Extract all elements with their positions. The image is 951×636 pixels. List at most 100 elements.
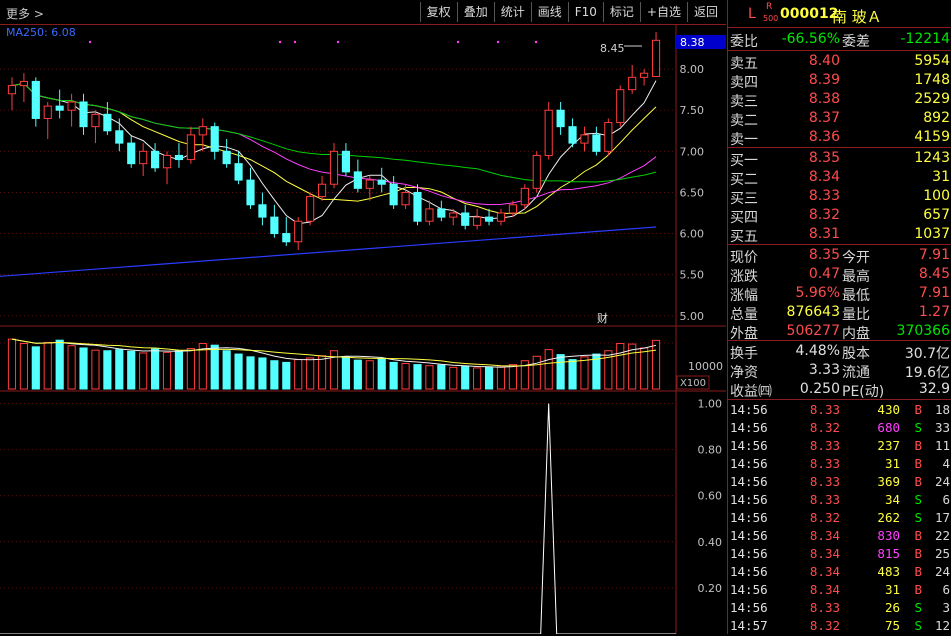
- volume-bar[interactable]: [139, 352, 148, 390]
- volume-bar[interactable]: [544, 349, 553, 390]
- candlestick[interactable]: [496, 208, 506, 226]
- toolbar-button[interactable]: 复权: [419, 2, 457, 22]
- candlestick[interactable]: [31, 77, 40, 127]
- candlestick[interactable]: [186, 126, 195, 164]
- volume-bar[interactable]: [7, 338, 17, 390]
- toolbar-button[interactable]: F10: [567, 2, 603, 22]
- volume-bar[interactable]: [246, 356, 255, 390]
- volume-bar[interactable]: [461, 365, 470, 390]
- toolbar-button[interactable]: 叠加: [456, 2, 494, 22]
- candlestick[interactable]: [365, 176, 374, 201]
- volume-bar[interactable]: [127, 350, 136, 390]
- candlestick[interactable]: [616, 85, 625, 127]
- volume-bar[interactable]: [306, 357, 315, 390]
- candlestick[interactable]: [270, 204, 279, 238]
- toolbar-button[interactable]: +自选: [639, 2, 687, 22]
- volume-bar[interactable]: [222, 350, 231, 390]
- candlestick[interactable]: [139, 143, 148, 176]
- volume-bar[interactable]: [258, 357, 267, 390]
- candlestick[interactable]: [556, 102, 565, 135]
- volume-bar[interactable]: [425, 365, 434, 390]
- candlestick[interactable]: [341, 143, 351, 176]
- candlestick[interactable]: [7, 77, 17, 111]
- volume-bar[interactable]: [210, 344, 219, 390]
- volume-bar[interactable]: [294, 359, 303, 390]
- candlestick[interactable]: [437, 200, 446, 222]
- volume-bar[interactable]: [43, 341, 52, 390]
- volume-bar[interactable]: [556, 354, 565, 390]
- candlestick[interactable]: [640, 69, 649, 86]
- volume-bar[interactable]: [353, 359, 362, 390]
- candlestick[interactable]: [389, 176, 398, 209]
- candlestick[interactable]: [55, 89, 64, 119]
- candlestick[interactable]: [127, 134, 136, 168]
- toolbar-button[interactable]: 标记: [602, 2, 640, 22]
- candlestick[interactable]: [353, 159, 362, 193]
- volume-bar[interactable]: [31, 346, 40, 390]
- toolbar-button[interactable]: 统计: [493, 2, 531, 22]
- candlestick[interactable]: [294, 217, 303, 250]
- candlestick[interactable]: [544, 102, 553, 160]
- candlestick[interactable]: [79, 93, 88, 135]
- candlestick[interactable]: [151, 143, 160, 172]
- volume-bar[interactable]: [389, 361, 398, 390]
- candlestick[interactable]: [115, 118, 124, 152]
- candlestick[interactable]: [473, 208, 482, 230]
- candlestick[interactable]: [377, 167, 386, 193]
- volume-bar[interactable]: [496, 366, 506, 390]
- volume-bar[interactable]: [413, 364, 422, 390]
- volume-bar[interactable]: [234, 353, 243, 390]
- volume-bar[interactable]: [55, 339, 64, 390]
- kline-chart[interactable]: MA250: 6.08 8.00 7.50 7.00 6.50 6.00 5.50 5.00…: [0, 24, 726, 634]
- candlestick[interactable]: [162, 151, 172, 185]
- volume-bar[interactable]: [67, 345, 76, 390]
- candlestick[interactable]: [198, 118, 207, 152]
- volume-bar[interactable]: [640, 347, 649, 390]
- volume-bar[interactable]: [377, 358, 386, 390]
- volume-bar[interactable]: [79, 347, 88, 390]
- volume-bar[interactable]: [532, 355, 541, 390]
- candlestick[interactable]: [651, 32, 661, 78]
- candlestick[interactable]: [317, 176, 327, 201]
- toolbar-button[interactable]: 返回: [686, 2, 724, 22]
- candlestick[interactable]: [306, 192, 315, 226]
- candlestick[interactable]: [19, 73, 28, 102]
- volume-bar[interactable]: [508, 364, 517, 390]
- volume-bar[interactable]: [616, 343, 625, 390]
- candlestick[interactable]: [413, 184, 422, 226]
- candlestick[interactable]: [43, 102, 52, 139]
- volume-bar[interactable]: [651, 339, 661, 390]
- volume-bar[interactable]: [365, 360, 374, 390]
- more-menu[interactable]: 更多 >: [6, 5, 44, 22]
- candlestick[interactable]: [67, 93, 76, 127]
- volume-bar[interactable]: [580, 356, 589, 390]
- candlestick[interactable]: [329, 143, 339, 189]
- volume-bar[interactable]: [103, 350, 112, 390]
- volume-bar[interactable]: [449, 366, 458, 390]
- volume-bar[interactable]: [186, 348, 195, 390]
- candlestick[interactable]: [580, 126, 589, 152]
- volume-bar[interactable]: [484, 366, 494, 390]
- volume-bar[interactable]: [151, 348, 160, 390]
- volume-bar[interactable]: [341, 356, 351, 390]
- volume-bar[interactable]: [270, 360, 279, 390]
- volume-bar[interactable]: [401, 362, 410, 390]
- candlestick[interactable]: [592, 126, 601, 156]
- volume-bar[interactable]: [282, 361, 291, 390]
- candlestick[interactable]: [258, 192, 267, 226]
- volume-bar[interactable]: [437, 364, 446, 390]
- candlestick[interactable]: [282, 217, 291, 246]
- candlestick[interactable]: [461, 204, 470, 230]
- candlestick[interactable]: [246, 167, 255, 209]
- volume-bar[interactable]: [115, 349, 124, 390]
- finance-marker[interactable]: 财: [597, 311, 608, 325]
- toolbar-button[interactable]: 画线: [530, 2, 568, 22]
- candlestick[interactable]: [532, 151, 541, 193]
- candlestick[interactable]: [174, 143, 184, 168]
- volume-bar[interactable]: [568, 359, 577, 390]
- volume-bar[interactable]: [473, 367, 482, 390]
- volume-bar[interactable]: [162, 351, 172, 390]
- candlestick[interactable]: [520, 184, 529, 209]
- volume-bar[interactable]: [174, 350, 184, 390]
- candlestick[interactable]: [210, 122, 219, 160]
